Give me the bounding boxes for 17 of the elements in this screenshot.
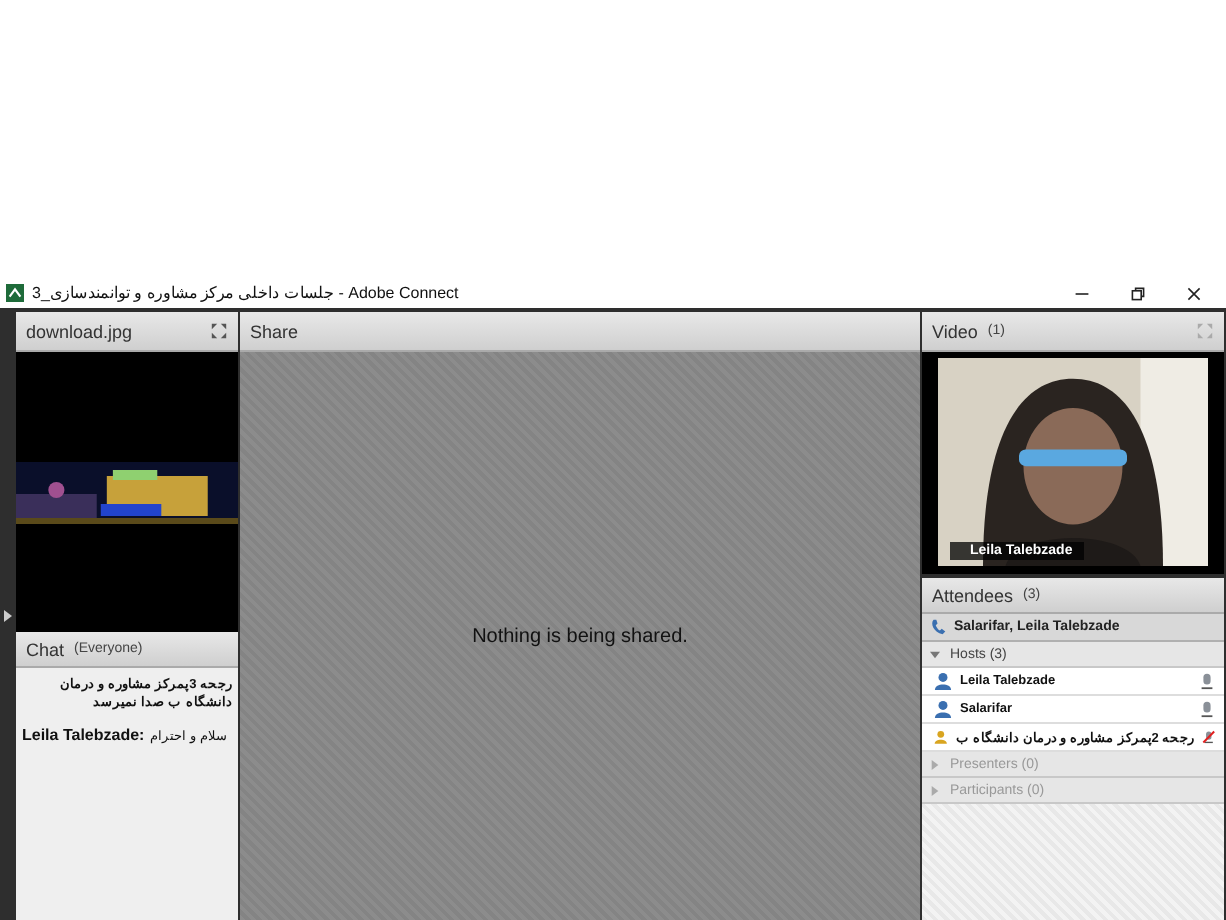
close-icon[interactable]: [1186, 285, 1202, 301]
pod-title: Attendees: [932, 585, 1014, 605]
app-icon: [6, 284, 24, 302]
fullscreen-icon[interactable]: [210, 322, 228, 340]
triangle-icon: [930, 649, 940, 659]
chat-sender: Leila Talebzade:: [22, 726, 145, 745]
pod-title: Video: [932, 321, 978, 341]
pod-title: Share: [250, 321, 299, 341]
pod-title: download.jpg: [26, 321, 133, 341]
maximize-icon[interactable]: [1130, 285, 1146, 301]
empty-share-message: Nothing is being shared.: [472, 625, 688, 647]
pod-title: Chat: [26, 639, 65, 659]
triangle-icon: [930, 785, 940, 795]
triangle-icon: [930, 759, 940, 769]
phone-icon: [930, 618, 948, 636]
window-title: جلسات داخلی مرکز مشاوره و توانمندسازی_3 - Adobe Connect: [32, 284, 459, 302]
expand-arrow-icon[interactable]: [3, 610, 11, 622]
